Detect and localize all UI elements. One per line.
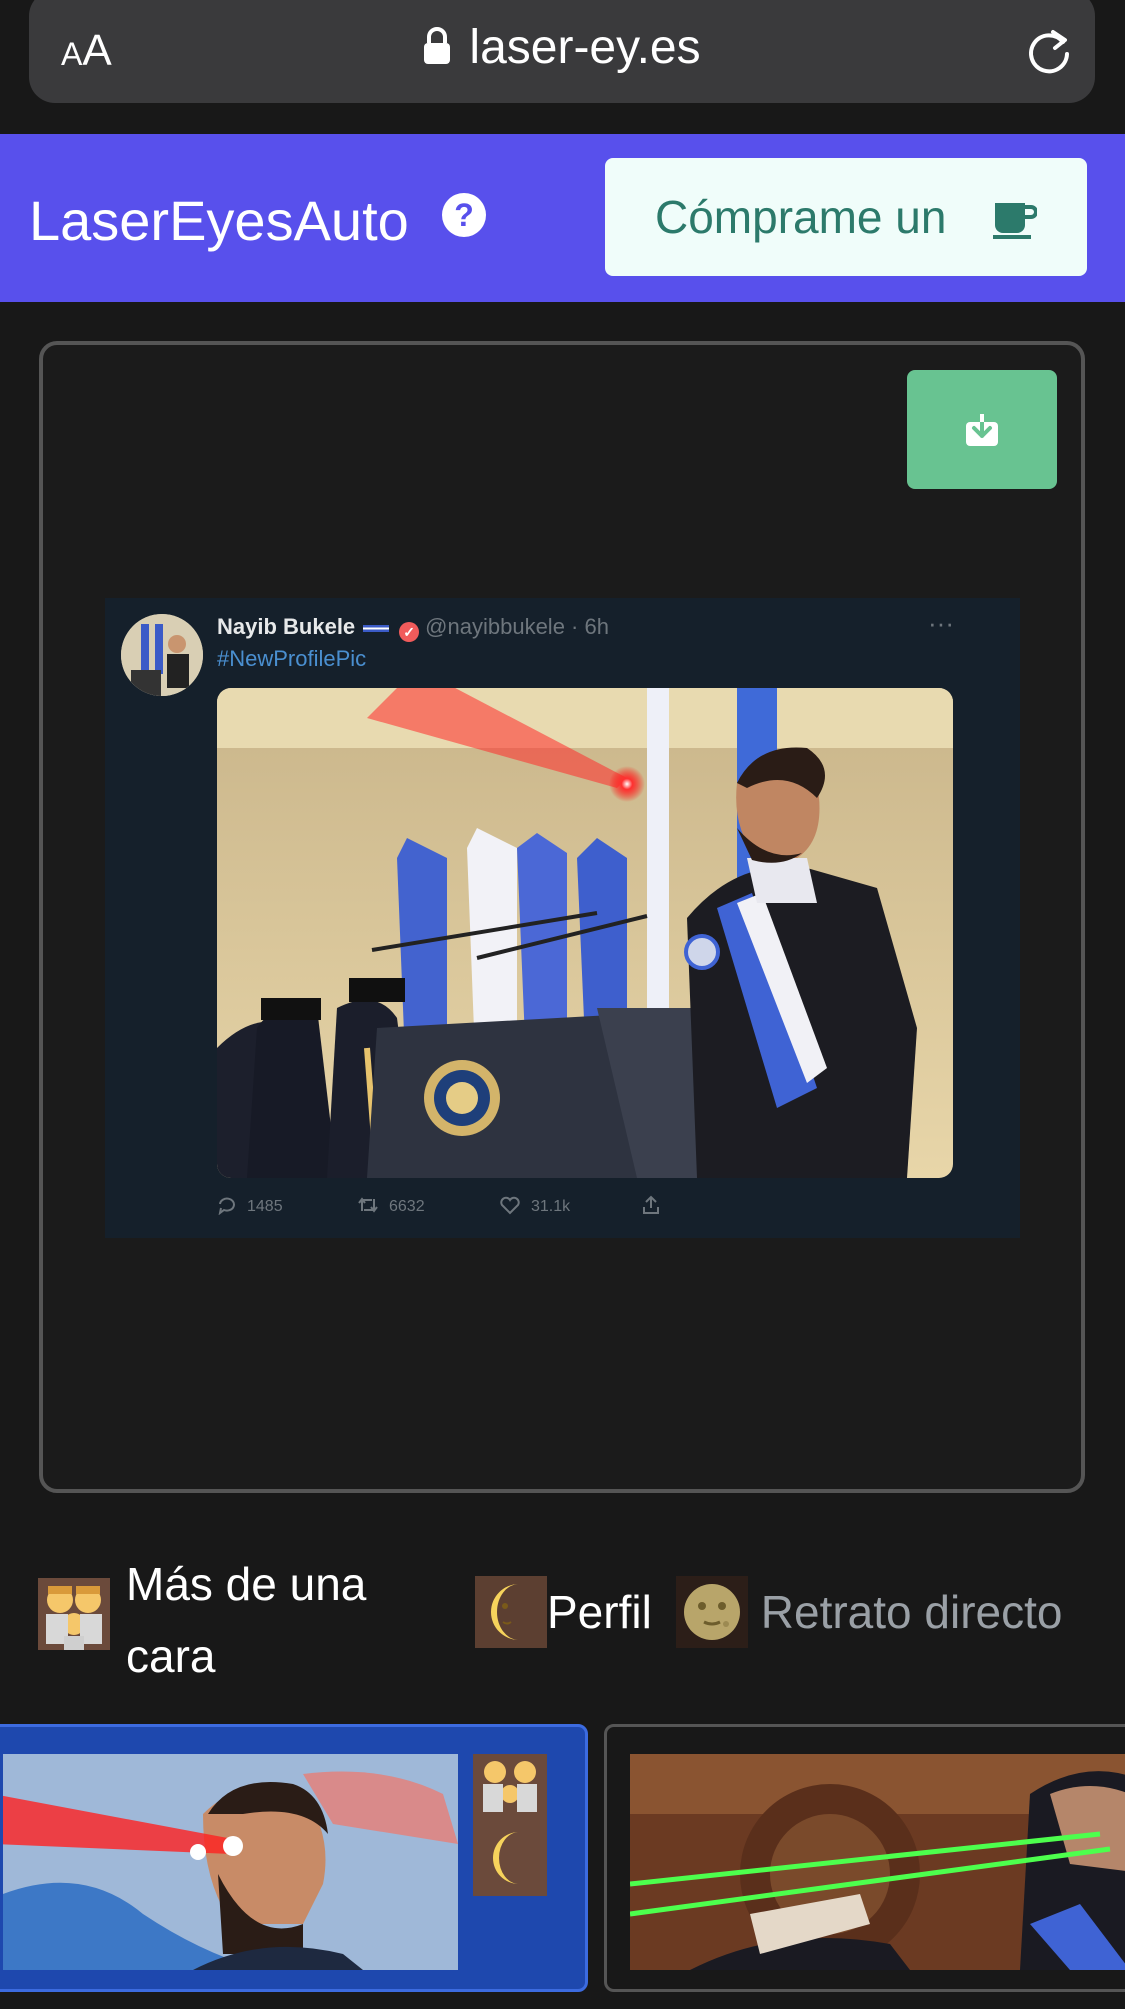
example-image [630,1754,1125,1970]
flag-icon [363,624,390,632]
like-action: 31.1k [499,1195,570,1216]
processed-image: Nayib Bukele ✓ @nayibbukele · 6h ··· #NewP… [105,598,1020,1238]
reply-icon [218,1197,235,1216]
reply-action: 1485 [217,1195,283,1216]
retweet-action: 6632 [357,1195,425,1216]
tweet-photo [217,688,953,1178]
example-mode-badges [473,1754,547,1896]
verified-icon: ✓ [399,622,420,642]
lock-icon [424,27,451,64]
more-icon: ··· [928,608,954,638]
retweet-icon [358,1197,378,1213]
full-moon-face-icon [676,1576,748,1648]
buy-me-coffee-button[interactable]: Cómprame un [605,158,1087,276]
example-thumbnail-selected[interactable] [0,1724,588,1992]
coffee-icon [993,203,1037,239]
app-header: LaserEyesAuto ? Cómprame un [0,134,1125,302]
address-bar[interactable]: AA laser-ey.es [29,0,1095,103]
legend-direct-portrait: Retrato directo [676,1576,1062,1648]
app-title: LaserEyesAuto [29,189,409,252]
url-text: laser-ey.es [469,21,701,74]
help-icon[interactable]: ? [442,193,486,237]
example-thumbnail[interactable] [604,1724,1125,1992]
tweet-avatar [121,614,203,696]
url-display[interactable]: laser-ey.es [29,20,1095,75]
legend-profile: Perfil [475,1576,652,1648]
example-image [3,1754,458,1970]
legend-profile-label: Perfil [547,1586,652,1638]
like-icon [500,1196,520,1215]
browser-toolbar: AA laser-ey.es [0,0,1125,134]
tweet-author: Nayib Bukele ✓ @nayibbukele · 6h [217,614,609,642]
tweet-hashtag: #NewProfilePic [217,646,367,671]
coffee-button-label: Cómprame un [655,191,947,243]
share-icon [643,1195,659,1214]
download-button[interactable] [907,370,1057,489]
download-icon [966,412,998,446]
share-action [641,1195,671,1216]
legend-multi-face-label: Más de una cara [126,1558,367,1682]
family-emoji-icon [38,1578,110,1650]
legend-direct-portrait-label: Retrato directo [760,1586,1063,1638]
reload-icon[interactable] [1025,24,1073,76]
moon-emoji-icon [475,1576,547,1648]
